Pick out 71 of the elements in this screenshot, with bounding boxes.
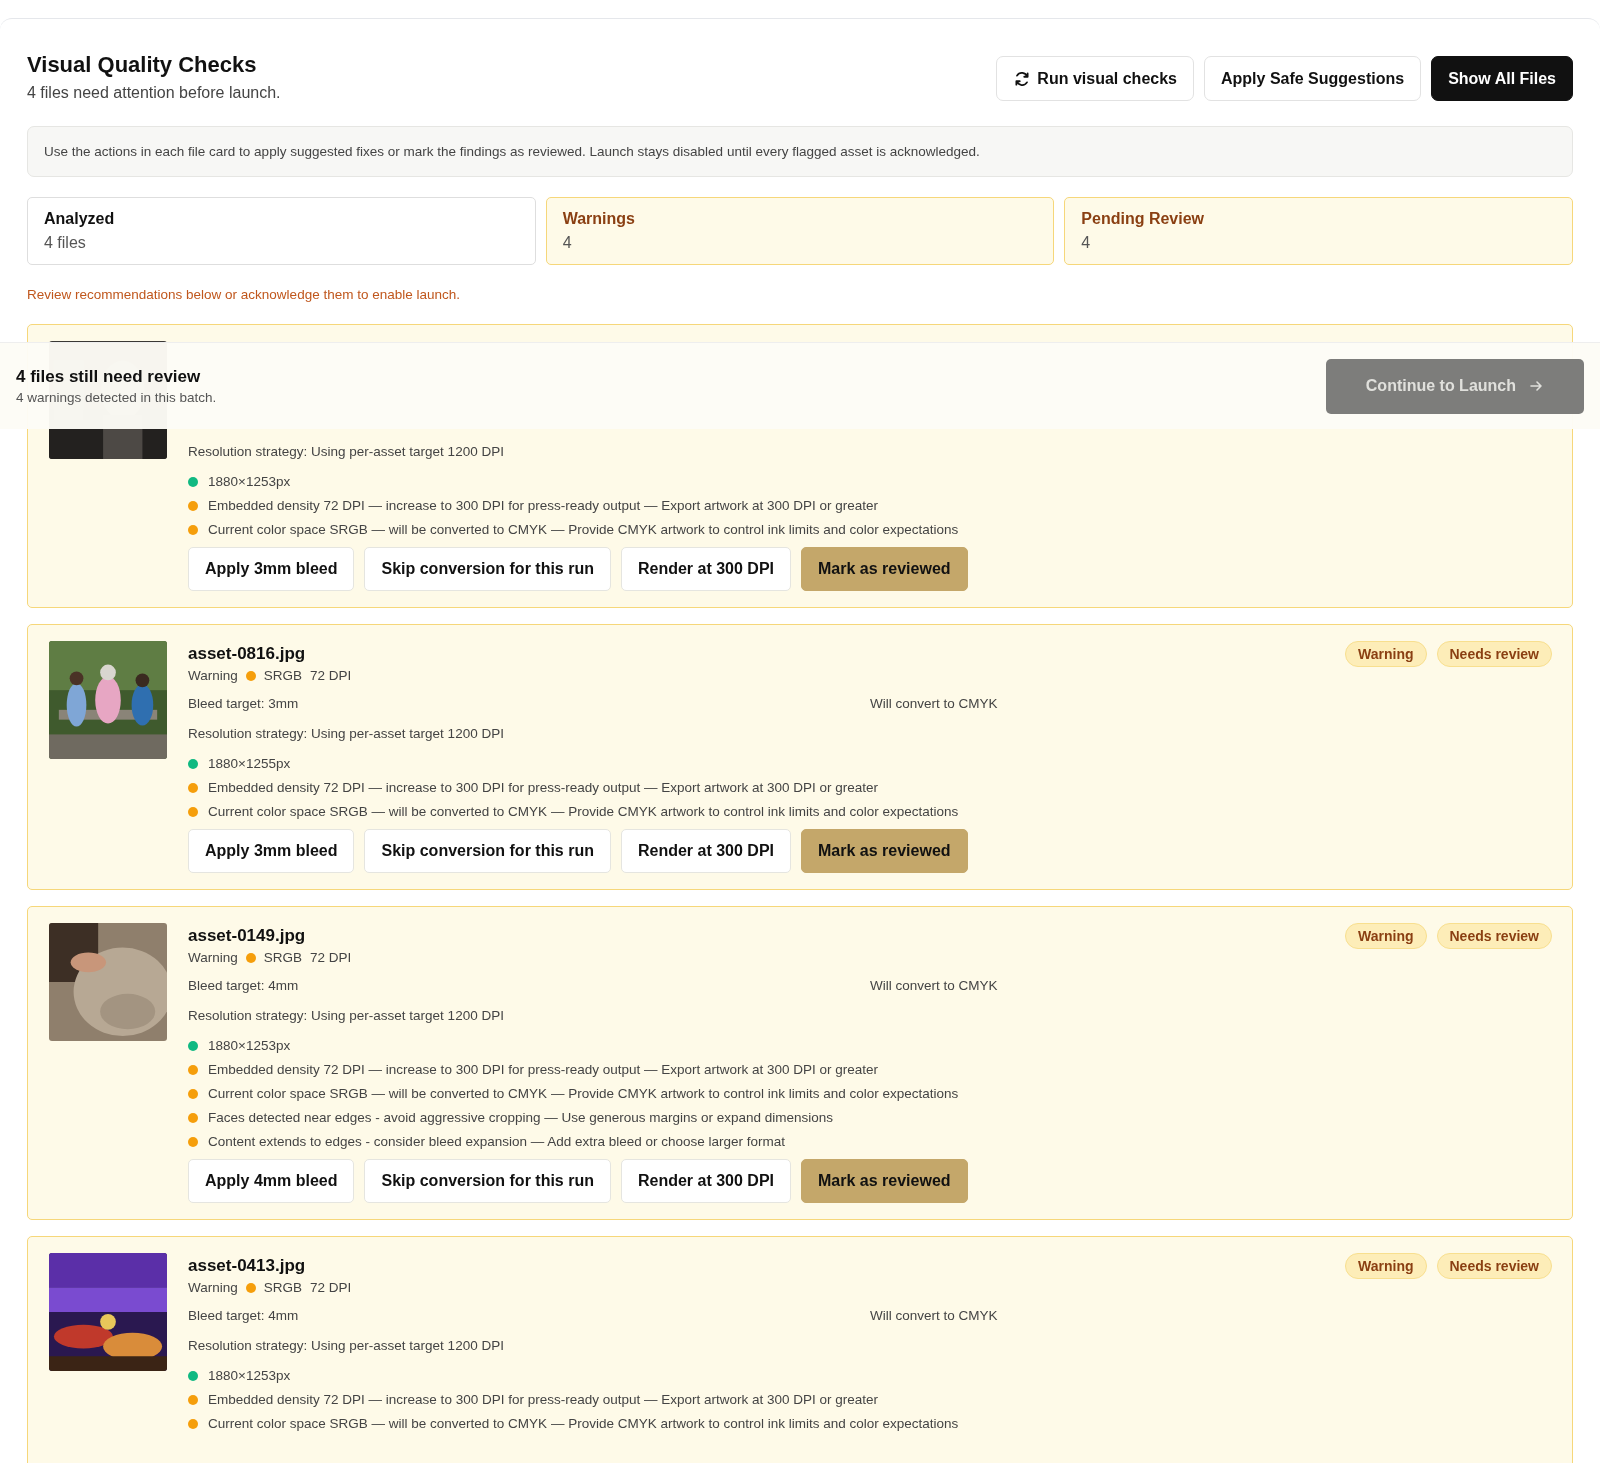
conversion-note: Will convert to CMYK [870, 1308, 999, 1323]
apply-button[interactable]: Apply Safe Suggestions [1204, 56, 1422, 101]
strategy-text: Resolution strategy: Using per-asset target 1200 DPI [188, 1338, 505, 1353]
color-space: SRGB [263, 1280, 303, 1295]
status-text: Warning [188, 1280, 238, 1295]
bleed-target: Bleed target: 4mm [188, 978, 300, 993]
fix-button[interactable]: Render at 300 DPI [620, 547, 792, 591]
check-text: Current color space SRGB — will be converted to CMYK — Provide CMYK artwork to control ink limits and color expectations [208, 1086, 959, 1101]
check-text: Current color space SRGB — will be converted to CMYK — Provide CMYK artwork to control ink limits and color expectations [208, 804, 959, 819]
mark-reviewed-button[interactable]: Mark as reviewed [801, 547, 968, 591]
stat-label: Warnings [562, 210, 636, 228]
status-badge: Warning [1345, 641, 1427, 667]
strategy-text: Resolution strategy: Using per-asset target 1200 DPI [188, 726, 505, 741]
check-text: Current color space SRGB — will be converted to CMYK — Provide CMYK artwork to control ink limits and color expectations [208, 522, 959, 537]
bleed-target: Bleed target: 3mm [188, 696, 300, 711]
status-badge: Needs review [1436, 923, 1552, 949]
fix-button[interactable]: Skip conversion for this run [364, 547, 611, 591]
dpi-text: 72 DPI [310, 950, 352, 965]
status-badge: Warning [1345, 923, 1427, 949]
stat-label: Pending Review [1081, 210, 1206, 228]
status-text: Warning [188, 668, 238, 683]
strategy-text: Resolution strategy: Using per-asset target 1200 DPI [188, 1008, 505, 1023]
page-subtitle: 4 files need attention before launch. [27, 84, 281, 102]
fix-button[interactable]: Apply 3mm bleed [188, 829, 355, 873]
stat-value: 4 [1081, 234, 1092, 252]
status-badge: Warning [1345, 1253, 1427, 1279]
check-text: 1880×1255px [208, 756, 291, 771]
file-name: asset-0149.jpg [188, 926, 306, 946]
status-badge: Needs review [1436, 641, 1552, 667]
review-title: 4 files still need review [16, 367, 202, 387]
mark-reviewed-button[interactable]: Mark as reviewed [801, 1159, 968, 1203]
file-name: asset-0816.jpg [188, 644, 306, 664]
conversion-note: Will convert to CMYK [870, 978, 999, 993]
bleed-target: Bleed target: 4mm [188, 1308, 300, 1323]
check-text: Embedded density 72 DPI — increase to 300 DPI for press-ready output — Export artwork at 300 DPI or greater [208, 498, 879, 513]
stat-label: Analyzed [44, 210, 116, 228]
status-badge: Needs review [1436, 1253, 1552, 1279]
conversion-note: Will convert to CMYK [870, 696, 999, 711]
check-text: Embedded density 72 DPI — increase to 300 DPI for press-ready output — Export artwork at 300 DPI or greater [208, 780, 879, 795]
check-text: Embedded density 72 DPI — increase to 300 DPI for press-ready output — Export artwork at 300 DPI or greater [208, 1062, 879, 1077]
arrow-right-icon [1528, 378, 1544, 394]
mark-reviewed-button[interactable]: Mark as reviewed [801, 829, 968, 873]
check-text: 1880×1253px [208, 1368, 291, 1383]
strategy-text: Resolution strategy: Using per-asset target 1200 DPI [188, 444, 505, 459]
review-subtitle: 4 warnings detected in this batch. [16, 390, 217, 405]
check-text: Content extends to edges - consider bleed expansion — Add extra bleed or choose larger format [208, 1134, 786, 1149]
refresh-icon [1013, 69, 1032, 88]
run-checks-button[interactable]: Run visual checks [996, 56, 1194, 101]
check-text: Embedded density 72 DPI — increase to 300 DPI for press-ready output — Export artwork at 300 DPI or greater [208, 1392, 879, 1407]
file-name: asset-0413.jpg [188, 1256, 306, 1276]
fix-button[interactable]: Apply 3mm bleed [188, 547, 355, 591]
status-text: Warning [188, 950, 238, 965]
color-space: SRGB [263, 950, 303, 965]
check-text: 1880×1253px [208, 1038, 291, 1053]
fix-button[interactable]: Render at 300 DPI [620, 829, 792, 873]
dpi-text: 72 DPI [310, 668, 352, 683]
check-text: Current color space SRGB — will be converted to CMYK — Provide CMYK artwork to control ink limits and color expectations [208, 1416, 959, 1431]
page-title: Visual Quality Checks [27, 52, 258, 78]
notice-text: Review recommendations below or acknowledge them to enable launch. [27, 287, 461, 302]
stat-value: 4 files [44, 234, 87, 252]
stat-value: 4 [562, 234, 573, 252]
fix-button[interactable]: Skip conversion for this run [364, 1159, 611, 1203]
color-space: SRGB [263, 668, 303, 683]
fix-button[interactable]: Skip conversion for this run [364, 829, 611, 873]
info-message: Use the actions in each file card to apply suggested fixes or mark the findings as reviewed. Launch stays disabled until every flagged asset is acknowledged. [27, 126, 1573, 177]
fix-button[interactable]: Apply 4mm bleed [188, 1159, 355, 1203]
dpi-text: 72 DPI [310, 1280, 352, 1295]
check-text: 1880×1253px [208, 474, 291, 489]
show-files-button[interactable]: Show All Files [1431, 56, 1573, 101]
fix-button[interactable]: Render at 300 DPI [620, 1159, 792, 1203]
check-text: Faces detected near edges - avoid aggressive cropping — Use generous margins or expand dimensions [208, 1110, 834, 1125]
